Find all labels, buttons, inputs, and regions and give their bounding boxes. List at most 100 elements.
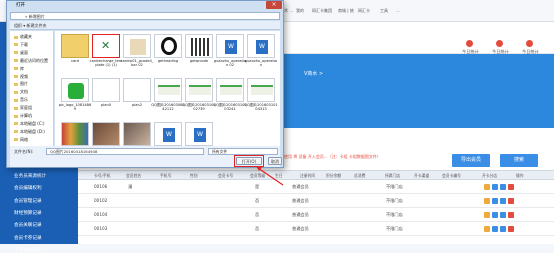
- address-bar[interactable]: « 新增图片: [10, 12, 280, 20]
- nav-item[interactable]: 图片: [14, 81, 28, 87]
- bookmark-item[interactable]: 网汇卡: [358, 8, 370, 14]
- folder-icon: [14, 106, 18, 110]
- edit-icon[interactable]: [500, 226, 506, 232]
- file-tile[interactable]: Wguanzhu_operation 02: [213, 34, 247, 67]
- file-thumbnail: W: [247, 34, 275, 58]
- export-members-button[interactable]: 导出会员: [452, 154, 490, 167]
- sidebar-item[interactable]: 会员编辑权利: [14, 185, 42, 191]
- dialog-toolbar[interactable]: 组织 ▾ 新建文件夹: [10, 21, 280, 30]
- edit-icon[interactable]: [500, 198, 506, 204]
- nav-item-label: 音乐: [20, 97, 28, 103]
- edit-icon[interactable]: [492, 212, 498, 218]
- file-tile[interactable]: card: [58, 34, 92, 63]
- delete-icon[interactable]: [508, 184, 514, 190]
- edit-icon[interactable]: [484, 198, 490, 204]
- file-tile[interactable]: W: [151, 122, 185, 146]
- nav-item[interactable]: 音乐: [14, 97, 28, 103]
- toolbar-text[interactable]: 组织 ▾ 新建文件夹: [14, 23, 47, 28]
- bookmark-item[interactable]: 工具: [380, 8, 388, 14]
- nav-item-label: 文档: [20, 89, 28, 95]
- row-id: 00103: [94, 226, 108, 231]
- bookmark-item[interactable]: ...: [396, 8, 400, 13]
- file-tile[interactable]: [58, 122, 92, 146]
- nav-item[interactable]: 下载: [14, 42, 28, 48]
- nav-item[interactable]: 计算机: [14, 113, 32, 119]
- nav-item-label: 家庭组: [20, 105, 32, 111]
- sidebar-item[interactable]: 业务员来源统计: [14, 173, 46, 179]
- row-store: 不限门店: [386, 184, 403, 189]
- nav-item[interactable]: 家庭组: [14, 105, 32, 111]
- file-tile[interactable]: QQ图片20160310103241: [213, 78, 247, 111]
- search-button[interactable]: 搜索: [500, 154, 538, 167]
- edit-icon[interactable]: [500, 184, 506, 190]
- table-header-cell: 开卡分店: [482, 173, 498, 178]
- row-store: 不限门店: [386, 212, 403, 217]
- edit-icon[interactable]: [492, 184, 498, 190]
- delete-icon[interactable]: [508, 212, 514, 218]
- nav-item-label: 网络: [20, 136, 28, 142]
- file-tile[interactable]: W: [182, 122, 216, 146]
- sidebar-item[interactable]: 财经预算记录: [14, 210, 42, 216]
- nav-item[interactable]: 文档: [14, 89, 28, 95]
- table-header-cell: 卡号/手机: [94, 173, 111, 178]
- file-tile[interactable]: plan2: [120, 78, 154, 107]
- nav-item[interactable]: 本地磁盘 (D:): [14, 129, 45, 135]
- delete-icon[interactable]: [508, 198, 514, 204]
- file-thumbnail: [61, 122, 89, 146]
- file-tile[interactable]: getheading: [151, 34, 185, 63]
- file-tile[interactable]: QQ图片20160310104313: [244, 78, 278, 111]
- file-tile[interactable]: cardrp01_gcodeli_bar 02: [120, 34, 154, 67]
- edit-icon[interactable]: [492, 226, 498, 232]
- file-name: guanzhu_operation: [244, 59, 278, 68]
- nav-item[interactable]: 本地磁盘 (C:): [14, 121, 45, 127]
- filetype-select[interactable]: 所有文件: [208, 148, 278, 155]
- bookmark-item[interactable]: 商城 | 统: [338, 8, 354, 14]
- table-row: [78, 194, 554, 208]
- file-tile[interactable]: [120, 122, 154, 146]
- edit-icon[interactable]: [492, 198, 498, 204]
- sidebar-item[interactable]: 卡券会员列表: [14, 247, 42, 253]
- nav-item[interactable]: 网络: [14, 137, 28, 143]
- file-tile[interactable]: getqrcode: [182, 34, 216, 63]
- file-tile[interactable]: [89, 122, 123, 146]
- edit-icon[interactable]: [484, 212, 490, 218]
- edit-icon[interactable]: [484, 226, 490, 232]
- sidebar-item[interactable]: 会员管理记录: [14, 198, 42, 204]
- file-name: getqrcode: [189, 59, 209, 63]
- file-name: guanzhu_operation 02: [213, 59, 247, 68]
- delete-icon[interactable]: [508, 226, 514, 232]
- file-thumbnail: [123, 122, 151, 146]
- table-header-cell: 会员卡编号: [442, 173, 461, 178]
- edit-icon[interactable]: [484, 184, 490, 190]
- file-tile[interactable]: plan0: [89, 78, 123, 107]
- file-tile[interactable]: QQ图片20160308142112: [151, 78, 185, 111]
- word-icon: W: [194, 128, 206, 142]
- row-flag: 否: [255, 226, 260, 231]
- folder-icon: [14, 114, 18, 118]
- bookmark-item[interactable]: 我的: [296, 8, 304, 14]
- sidebar-item[interactable]: 会员卡券记录: [14, 235, 42, 241]
- table-header-cell: 所属门店: [385, 173, 401, 178]
- file-tile[interactable]: ✕ cardrecharge_template (1) (1): [89, 34, 123, 67]
- file-name: card: [71, 59, 79, 63]
- filename-input[interactable]: QQ图片20160418164948: [46, 148, 204, 155]
- close-icon[interactable]: ×: [266, 1, 282, 9]
- row-store: 不限门店: [386, 198, 403, 203]
- file-tile[interactable]: pic_logo_10814869: [58, 78, 92, 111]
- sidebar-item[interactable]: 会员关联记录: [14, 222, 42, 228]
- bookmark-item[interactable]: 网汇卡集团: [312, 8, 332, 14]
- cancel-button[interactable]: 取消: [268, 157, 282, 165]
- nav-item[interactable]: 视频: [14, 74, 28, 80]
- folder-icon: [14, 51, 18, 55]
- file-thumbnail: ✕: [92, 34, 120, 58]
- nav-item[interactable]: 收藏夹: [14, 34, 32, 40]
- file-name: plan2: [131, 103, 143, 107]
- file-tile[interactable]: QQ图片20160310102739: [182, 78, 216, 111]
- nav-item[interactable]: 最近访问的位置: [14, 58, 48, 64]
- banner-title[interactable]: V商水 >: [304, 70, 323, 77]
- nav-item[interactable]: 库: [14, 66, 24, 72]
- table-row: [78, 208, 554, 222]
- nav-item[interactable]: 桌面: [14, 50, 28, 56]
- file-tile[interactable]: Wguanzhu_operation: [244, 34, 278, 67]
- edit-icon[interactable]: [500, 212, 506, 218]
